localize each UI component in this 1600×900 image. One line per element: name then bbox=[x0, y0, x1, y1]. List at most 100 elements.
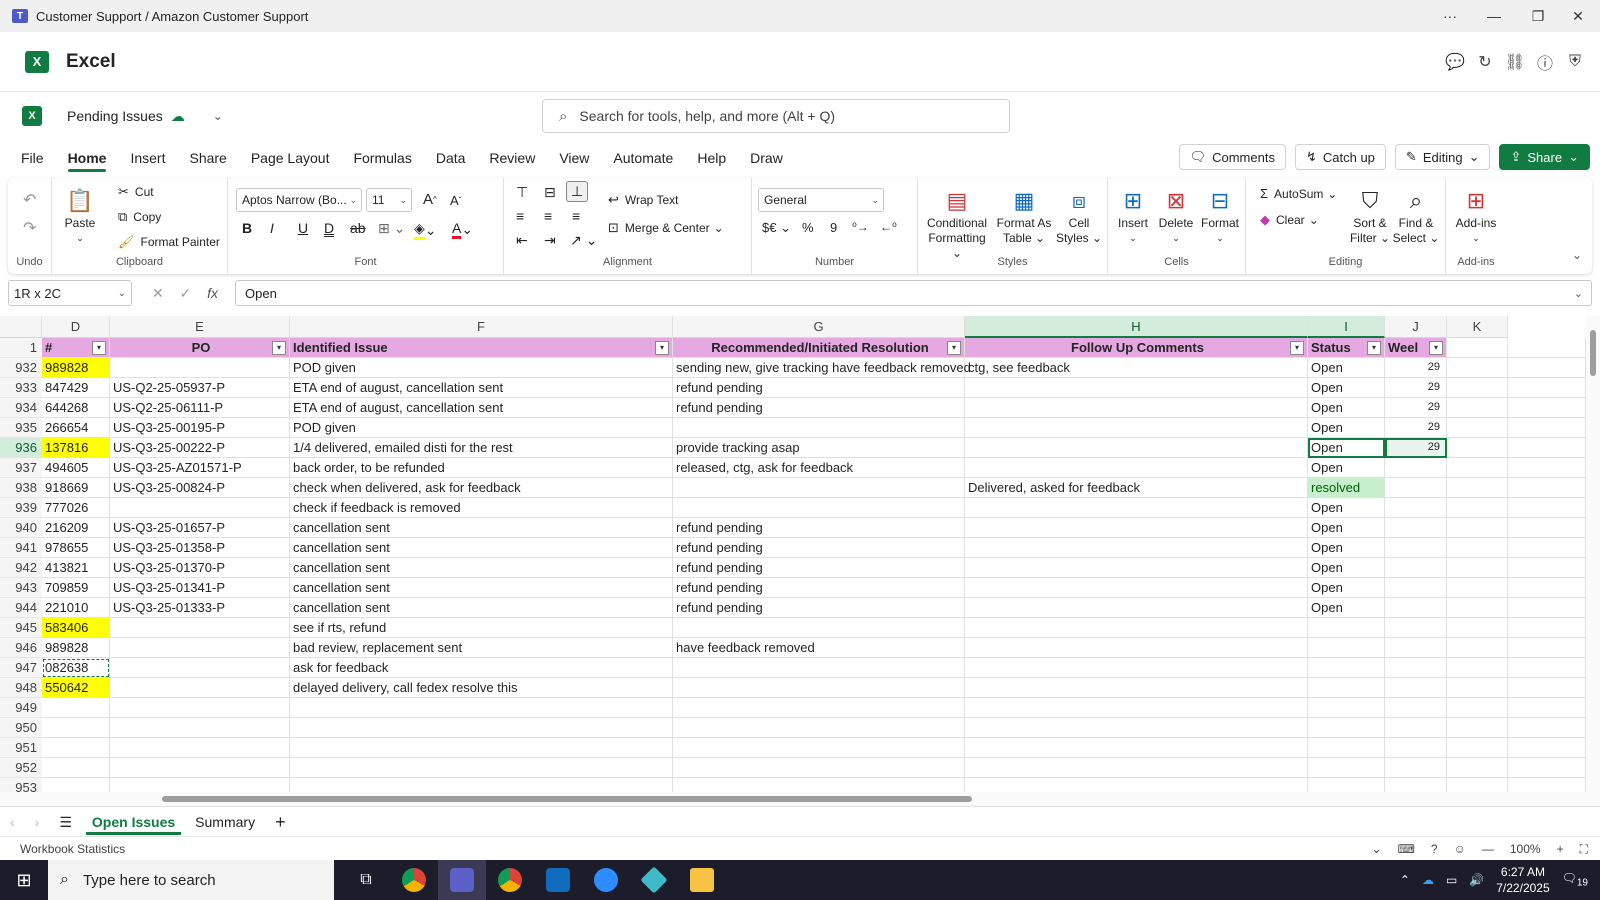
row-header[interactable]: 943 bbox=[0, 578, 42, 598]
sheet-tab-summary[interactable]: Summary bbox=[185, 807, 265, 837]
row-header[interactable]: 944 bbox=[0, 598, 42, 618]
empty-cell[interactable] bbox=[1447, 658, 1508, 678]
font-color-icon[interactable]: A ⌄ bbox=[452, 220, 473, 239]
paste-button[interactable]: 📋 Paste ⌄ bbox=[60, 186, 100, 246]
empty-cell[interactable] bbox=[1508, 758, 1586, 778]
table-cell[interactable]: US-Q3-25-01341-P bbox=[110, 578, 290, 598]
table-cell[interactable] bbox=[965, 398, 1308, 418]
table-cell[interactable]: cancellation sent bbox=[290, 538, 673, 558]
table-cell[interactable]: ask for feedback bbox=[290, 658, 673, 678]
filter-dropdown-icon[interactable]: ▾ bbox=[655, 341, 669, 355]
column-header-col-i[interactable]: I bbox=[1308, 316, 1385, 338]
table-cell[interactable]: check when delivered, ask for feedback bbox=[290, 478, 673, 498]
table-cell[interactable] bbox=[673, 758, 965, 778]
conditional-formatting-button[interactable]: ▤ Conditional Formatting ⌄ bbox=[922, 186, 992, 261]
table-cell[interactable] bbox=[965, 638, 1308, 658]
share-button[interactable]: ⇪ Share ⌄ bbox=[1499, 144, 1590, 170]
header-cell[interactable]: Identified Issue ▾ bbox=[290, 338, 673, 358]
table-cell[interactable] bbox=[1385, 738, 1447, 758]
filter-dropdown-icon[interactable]: ▾ bbox=[272, 341, 286, 355]
table-cell[interactable] bbox=[673, 678, 965, 698]
wrap-text-button[interactable]: ↩ Wrap Text bbox=[608, 192, 678, 208]
table-cell[interactable]: ctg, see feedback bbox=[965, 358, 1308, 378]
table-cell[interactable]: 918669 bbox=[42, 478, 110, 498]
empty-cell[interactable] bbox=[1508, 658, 1586, 678]
table-cell[interactable]: 978655 bbox=[42, 538, 110, 558]
format-as-table-button[interactable]: ▦ Format As Table ⌄ bbox=[994, 186, 1054, 246]
table-cell[interactable]: Open bbox=[1308, 558, 1385, 578]
table-cell[interactable] bbox=[1385, 518, 1447, 538]
row-header[interactable]: 932 bbox=[0, 358, 42, 378]
empty-cell[interactable] bbox=[1508, 418, 1586, 438]
table-cell[interactable] bbox=[965, 438, 1308, 458]
info-icon[interactable]: ⓘ bbox=[1530, 50, 1560, 74]
empty-cell[interactable] bbox=[1447, 758, 1508, 778]
table-cell[interactable]: see if rts, refund bbox=[290, 618, 673, 638]
empty-cell[interactable] bbox=[1447, 498, 1508, 518]
align-top-icon[interactable]: ⊤ bbox=[516, 184, 528, 201]
table-cell[interactable]: cancellation sent bbox=[290, 578, 673, 598]
tab-page-layout[interactable]: Page Layout bbox=[239, 140, 342, 176]
table-cell[interactable] bbox=[965, 698, 1308, 718]
sort-filter-button[interactable]: ⛉ Sort & Filter ⌄ bbox=[1348, 186, 1392, 246]
fill-color-icon[interactable]: ◈ ⌄ bbox=[414, 220, 437, 240]
row-header[interactable]: 952 bbox=[0, 758, 42, 778]
comma-icon[interactable]: 9 bbox=[830, 220, 837, 235]
empty-cell[interactable] bbox=[1447, 638, 1508, 658]
table-cell[interactable]: refund pending bbox=[673, 538, 965, 558]
table-cell[interactable]: 989828 bbox=[42, 638, 110, 658]
keyboard-icon[interactable]: ⌨ bbox=[1398, 842, 1415, 856]
empty-cell[interactable] bbox=[1508, 438, 1586, 458]
table-cell[interactable] bbox=[1308, 778, 1385, 792]
table-cell[interactable] bbox=[673, 738, 965, 758]
empty-cell[interactable] bbox=[1447, 618, 1508, 638]
table-cell[interactable] bbox=[1385, 658, 1447, 678]
table-cell[interactable]: US-Q3-25-00222-P bbox=[110, 438, 290, 458]
document-name[interactable]: Pending Issues bbox=[67, 108, 163, 124]
tab-automate[interactable]: Automate bbox=[601, 140, 685, 176]
row-header[interactable]: 937 bbox=[0, 458, 42, 478]
table-cell[interactable]: have feedback removed bbox=[673, 638, 965, 658]
row-header[interactable]: 933 bbox=[0, 378, 42, 398]
number-format-select[interactable]: General ⌄ bbox=[758, 188, 884, 212]
empty-cell[interactable] bbox=[1508, 518, 1586, 538]
table-cell[interactable]: check if feedback is removed bbox=[290, 498, 673, 518]
next-sheet-icon[interactable]: › bbox=[25, 807, 50, 837]
table-cell[interactable] bbox=[42, 738, 110, 758]
table-cell[interactable] bbox=[1308, 738, 1385, 758]
table-cell[interactable] bbox=[965, 418, 1308, 438]
search-box[interactable]: ⌕ Search for tools, help, and more (Alt … bbox=[542, 99, 1010, 133]
merge-center-button[interactable]: ⊡ Merge & Center ⌄ bbox=[608, 220, 724, 236]
table-cell[interactable]: US-Q3-25-01370-P bbox=[110, 558, 290, 578]
align-right-icon[interactable]: ≡ bbox=[572, 208, 580, 224]
select-all-corner[interactable] bbox=[0, 316, 42, 338]
table-cell[interactable]: 847429 bbox=[42, 378, 110, 398]
vertical-scroll-thumb[interactable] bbox=[1590, 330, 1596, 376]
table-cell[interactable]: 29 bbox=[1385, 358, 1447, 378]
percent-icon[interactable]: % bbox=[802, 220, 814, 235]
table-cell[interactable] bbox=[1385, 498, 1447, 518]
tab-help[interactable]: Help bbox=[685, 140, 738, 176]
table-cell[interactable] bbox=[110, 638, 290, 658]
header-cell[interactable]: PO ▾ bbox=[110, 338, 290, 358]
table-cell[interactable]: Open bbox=[1308, 418, 1385, 438]
table-cell[interactable]: 989828 bbox=[42, 358, 110, 378]
column-header-col-e[interactable]: E bbox=[110, 316, 290, 338]
shrink-font-icon[interactable]: Aˇ bbox=[450, 193, 461, 208]
tab-insert[interactable]: Insert bbox=[118, 140, 177, 176]
teams-taskbar-icon[interactable] bbox=[438, 860, 486, 900]
minimize-button[interactable]: — bbox=[1472, 0, 1516, 32]
table-cell[interactable] bbox=[42, 718, 110, 738]
row-header[interactable]: 941 bbox=[0, 538, 42, 558]
table-cell[interactable] bbox=[290, 778, 673, 792]
table-cell[interactable] bbox=[1385, 778, 1447, 792]
clear-button[interactable]: ◆ Clear ⌄ bbox=[1260, 212, 1319, 228]
table-cell[interactable]: ETA end of august, cancellation sent bbox=[290, 398, 673, 418]
row-header[interactable]: 934 bbox=[0, 398, 42, 418]
empty-cell[interactable] bbox=[1508, 718, 1586, 738]
empty-cell[interactable] bbox=[1447, 738, 1508, 758]
filter-dropdown-icon[interactable]: ▾ bbox=[1290, 341, 1304, 355]
empty-cell[interactable] bbox=[1508, 738, 1586, 758]
empty-cell[interactable] bbox=[1447, 678, 1508, 698]
volume-icon[interactable]: 🔊 bbox=[1469, 873, 1484, 887]
